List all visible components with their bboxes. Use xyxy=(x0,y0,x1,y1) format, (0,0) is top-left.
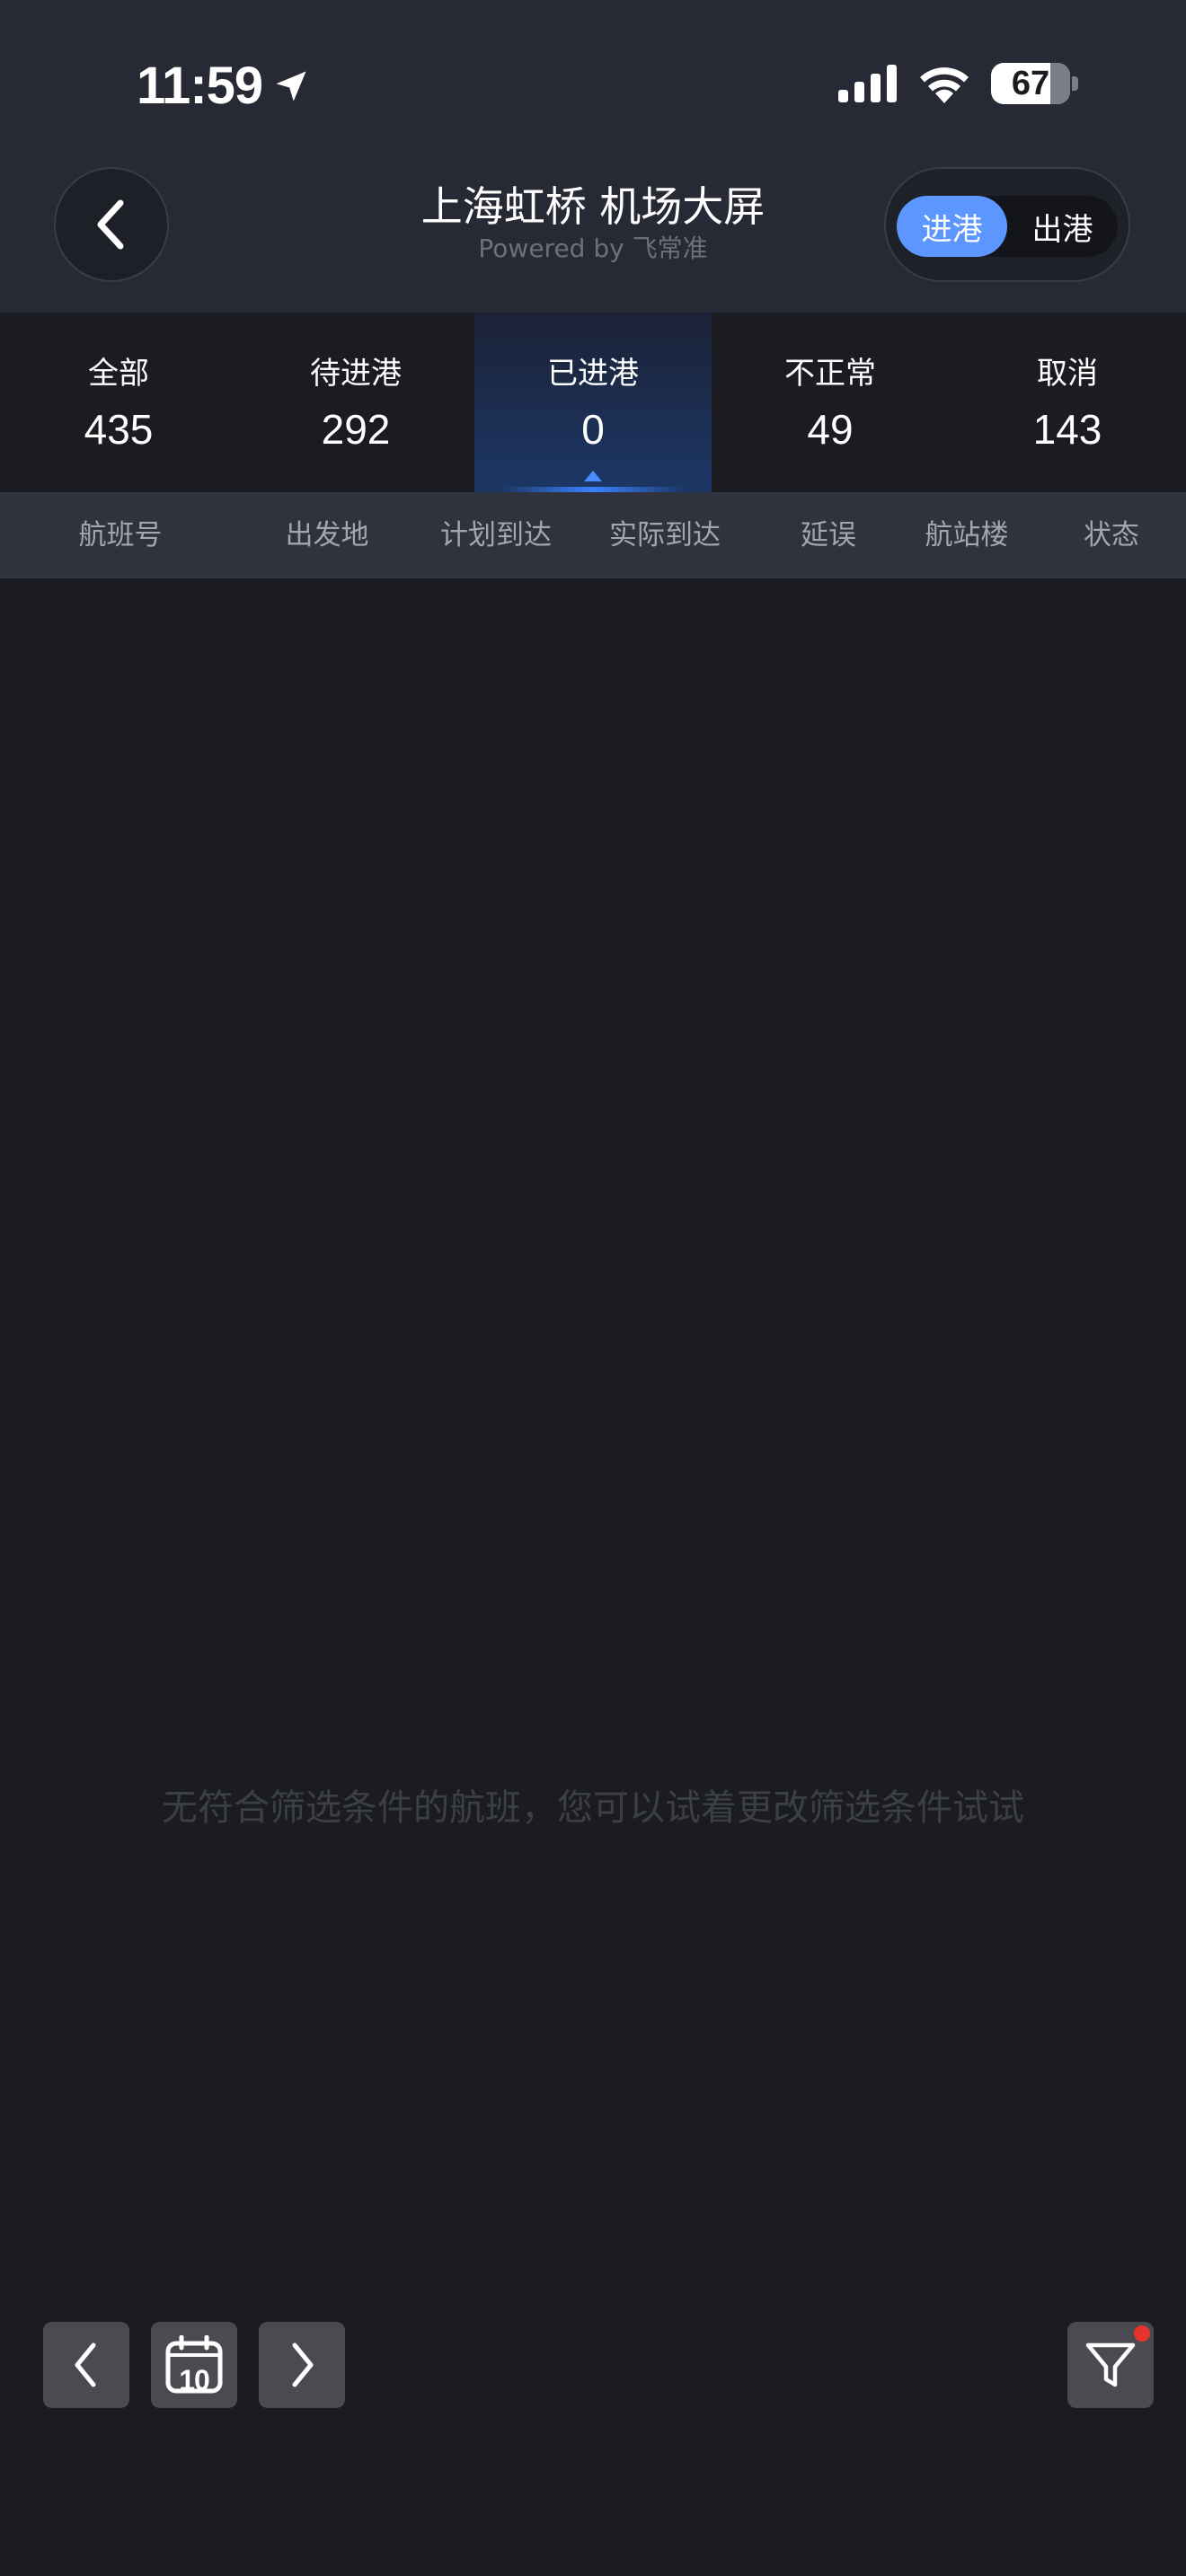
column-delay[interactable]: 延误 xyxy=(801,492,856,578)
calendar-icon: 10 xyxy=(164,2335,224,2396)
tab-cancelled[interactable]: 取消 143 xyxy=(949,313,1186,492)
filter-icon xyxy=(1085,2342,1136,2387)
tab-arrived[interactable]: 已进港 0 xyxy=(474,313,712,492)
empty-state-message: 无符合筛选条件的航班，您可以试着更改筛选条件试试 xyxy=(162,1787,1024,1829)
chevron-left-icon xyxy=(97,199,124,250)
tab-label: 全部 xyxy=(88,356,149,392)
back-button[interactable] xyxy=(54,167,169,282)
header: 11:59 67 上海虹桥 机场大屏 Powered by 飞常准 进港 出港 xyxy=(0,0,1186,313)
page-subtitle: Powered by 飞常准 xyxy=(478,234,708,263)
active-tab-caret xyxy=(584,471,602,481)
column-origin[interactable]: 出发地 xyxy=(286,492,369,578)
page-title: 上海虹桥 机场大屏 xyxy=(420,182,766,231)
tab-count: 0 xyxy=(581,406,605,453)
tab-label: 待进港 xyxy=(310,356,402,392)
tab-label: 已进港 xyxy=(547,356,639,392)
filter-button[interactable] xyxy=(1067,2322,1154,2408)
column-actual-arrival[interactable]: 实际到达 xyxy=(609,492,721,578)
status-bar-time: 11:59 xyxy=(137,56,311,116)
battery-icon: 67 xyxy=(991,63,1078,104)
status-bar-right: 67 xyxy=(838,63,1078,104)
column-flight-number[interactable]: 航班号 xyxy=(79,492,163,578)
toggle-departures[interactable]: 出港 xyxy=(1007,196,1118,257)
cellular-signal-icon xyxy=(838,65,897,102)
chevron-left-icon xyxy=(75,2342,96,2387)
column-terminal[interactable]: 航站楼 xyxy=(925,492,1009,578)
previous-day-button[interactable] xyxy=(43,2322,129,2408)
tab-count: 49 xyxy=(807,406,854,453)
title-block: 上海虹桥 机场大屏 Powered by 飞常准 xyxy=(323,180,863,264)
filter-badge xyxy=(1134,2325,1150,2342)
tab-pending[interactable]: 待进港 292 xyxy=(237,313,474,492)
toggle-arrivals[interactable]: 进港 xyxy=(897,196,1007,257)
battery-level: 67 xyxy=(991,63,1070,104)
column-scheduled-arrival[interactable]: 计划到达 xyxy=(440,492,552,578)
status-tabs: 全部 435 待进港 292 已进港 0 不正常 49 取消 143 xyxy=(0,313,1186,492)
chevron-right-icon xyxy=(292,2342,314,2387)
tab-count: 292 xyxy=(321,406,391,453)
tab-abnormal[interactable]: 不正常 49 xyxy=(712,313,949,492)
tab-label: 不正常 xyxy=(784,356,876,392)
location-arrow-icon xyxy=(276,71,306,101)
wifi-icon xyxy=(920,67,969,103)
calendar-day: 10 xyxy=(179,2364,210,2396)
table-column-header: 航班号 出发地 计划到达 实际到达 延误 航站楼 状态 xyxy=(0,492,1186,578)
calendar-button[interactable]: 10 xyxy=(151,2322,237,2408)
tab-all[interactable]: 全部 435 xyxy=(0,313,237,492)
tab-count: 435 xyxy=(84,406,154,453)
tab-count: 143 xyxy=(1032,406,1102,453)
tab-label: 取消 xyxy=(1037,356,1098,392)
next-day-button[interactable] xyxy=(259,2322,345,2408)
column-status[interactable]: 状态 xyxy=(1084,492,1139,578)
arrival-departure-toggle: 进港 出港 xyxy=(884,167,1130,282)
battery-text: 67 xyxy=(1011,64,1050,102)
time-text: 11:59 xyxy=(137,57,263,115)
